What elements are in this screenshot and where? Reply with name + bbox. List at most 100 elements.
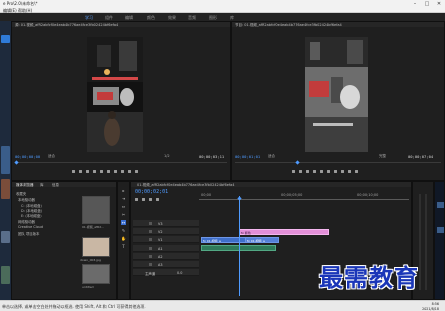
desktop-thumbnail (1, 179, 10, 199)
program-scrub-bar[interactable] (235, 162, 441, 163)
go-to-out-icon[interactable] (334, 169, 337, 173)
minimize-button[interactable]: – (409, 0, 421, 7)
source-zoom-select[interactable]: 适合 (48, 154, 55, 159)
source-monitor-panel: 源: 01.视频_afR2abfcf0e4eab4b776ae4fce3fb02… (11, 21, 231, 181)
step-back-icon[interactable] (313, 169, 316, 173)
ruler-label: 00;00;10;00 (357, 193, 379, 197)
tree-item-local-drives[interactable]: 本地驱动器 (18, 197, 35, 202)
tools-panel: ▸ ⇥ ⇔ ✂ ↔ ✎ ✋ T (117, 181, 130, 300)
overwrite-icon[interactable] (128, 169, 131, 173)
ripple-edit-tool-icon[interactable]: ⇔ (121, 204, 126, 209)
ruler-label: 00;00 (201, 193, 212, 197)
step-forward-icon[interactable] (107, 169, 110, 173)
source-timecode-in[interactable]: 00;00;00;00 (15, 154, 40, 159)
track-header: V2 (133, 228, 199, 235)
insert-icon[interactable] (121, 169, 124, 173)
timeline-clip-video[interactable]: fx 01.视频_a (245, 237, 279, 243)
timeline-timecode[interactable]: 00;00;02;01 (135, 189, 168, 195)
track-select-tool-icon[interactable]: ⇥ (121, 196, 126, 201)
desktop-thumbnail (1, 146, 10, 174)
pen-tool-icon[interactable]: ✎ (121, 228, 126, 233)
selection-tool-icon[interactable]: ▸ (121, 188, 126, 193)
step-forward-icon[interactable] (327, 169, 330, 173)
go-to-in-icon[interactable] (86, 169, 89, 173)
mark-in-icon[interactable] (292, 169, 295, 173)
timeline-settings-icon[interactable] (156, 197, 159, 201)
clip-label: fx 01.视频_a (203, 239, 221, 243)
track-name: A2 (158, 254, 163, 259)
hand-tool-icon[interactable]: ✋ (121, 236, 126, 241)
system-clock[interactable]: 8:56 2021/8/18 (422, 302, 439, 311)
play-icon[interactable] (100, 169, 103, 173)
program-zoom-select[interactable]: 适合 (268, 154, 275, 159)
source-playhead[interactable] (14, 160, 19, 165)
track-lock-icon[interactable] (149, 247, 152, 250)
track-lock-icon[interactable] (149, 238, 152, 241)
maximize-button[interactable]: □ (421, 0, 433, 7)
program-timecode-in[interactable]: 00;00;01;01 (235, 154, 260, 159)
master-volume-value[interactable]: 0.0 (177, 271, 182, 275)
tree-item-network-drives[interactable]: 网络驱动器 (18, 219, 35, 224)
tree-item-drive-e[interactable]: E: (本地磁盘) (21, 213, 42, 218)
program-playhead[interactable] (295, 160, 300, 165)
export-frame-icon[interactable] (355, 169, 358, 173)
linked-selection-icon[interactable] (142, 197, 145, 201)
mark-out-icon[interactable] (79, 169, 82, 173)
extract-icon[interactable] (348, 169, 351, 173)
play-icon[interactable] (320, 169, 323, 173)
app-icon[interactable] (1, 35, 10, 43)
tree-item-favorites[interactable]: 收藏夹 (16, 191, 26, 196)
tab-media-browser[interactable]: 媒体浏览器 (16, 183, 34, 188)
taskbar: 单击以选择, 或单击空白处并拖动以框选. 使用 Shift, Alt 和 Ctr… (0, 300, 445, 311)
media-thumbnail-label: untitled (82, 285, 94, 289)
clip-label: fx 01.视频_a (247, 239, 265, 243)
snap-icon[interactable] (135, 197, 138, 201)
clock-date: 2021/8/18 (422, 306, 439, 311)
track-name: V1 (158, 237, 163, 242)
lift-icon[interactable] (341, 169, 344, 173)
program-quality-select[interactable]: 完整 (379, 154, 386, 159)
timeline-playhead-line[interactable] (239, 196, 240, 296)
source-transport-controls (72, 168, 138, 174)
media-thumbnail[interactable] (82, 264, 110, 284)
razor-tool-icon[interactable]: ✂ (121, 212, 126, 217)
track-header: V1 (133, 236, 199, 243)
export-frame-icon[interactable] (135, 169, 138, 173)
mark-in-icon[interactable] (72, 169, 75, 173)
desktop-strip (0, 21, 11, 300)
track-header: A2 (133, 253, 199, 260)
mark-out-icon[interactable] (299, 169, 302, 173)
track-lock-icon[interactable] (149, 263, 152, 266)
tree-item-team-projects[interactable]: 团队 项目版本 (18, 231, 39, 236)
step-back-icon[interactable] (93, 169, 96, 173)
timeline-clip-graphic[interactable]: fx 颜色 (239, 229, 329, 235)
timeline-ruler[interactable] (199, 199, 409, 200)
media-thumbnail[interactable] (82, 196, 110, 224)
program-video-frame (305, 37, 368, 152)
watermark-logo: 最需教育 (319, 263, 419, 292)
track-lock-icon[interactable] (149, 230, 152, 233)
type-tool-icon[interactable]: T (121, 244, 126, 249)
go-to-out-icon[interactable] (114, 169, 117, 173)
source-monitor-title: 源: 01.视频_afR2abfcf0e4eab4b776ae4fce3fb02… (15, 22, 119, 27)
slip-tool-icon[interactable]: ↔ (121, 220, 126, 225)
track-lock-icon[interactable] (149, 222, 152, 225)
workspace-bar: 学习 组件 编辑 颜色 效果 音频 图形 库 (0, 13, 445, 23)
desktop-thumbnail (1, 231, 10, 243)
tree-item-creative-cloud[interactable]: Creative Cloud (18, 225, 43, 229)
add-marker-icon[interactable] (149, 197, 152, 201)
track-header: 主声道 0.0 (133, 269, 199, 276)
go-to-in-icon[interactable] (306, 169, 309, 173)
source-scrub-bar[interactable] (15, 162, 227, 163)
close-button[interactable]: ✕ (433, 0, 445, 7)
desktop-thumbnail (437, 227, 444, 233)
track-header: V3 (133, 220, 199, 227)
track-lock-icon[interactable] (149, 255, 152, 258)
ruler-label: 00;00;05;00 (281, 193, 303, 197)
media-browser-panel: 媒体浏览器 库 信息 收藏夹 本地驱动器 C: (本地磁盘) D: (本地磁盘)… (11, 181, 117, 300)
source-resolution-select[interactable]: 1/2 (164, 154, 170, 158)
tab-info[interactable]: 信息 (52, 183, 59, 188)
media-thumbnail[interactable] (82, 237, 110, 257)
tab-libraries[interactable]: 库 (40, 183, 44, 188)
track-name: V3 (158, 221, 163, 226)
